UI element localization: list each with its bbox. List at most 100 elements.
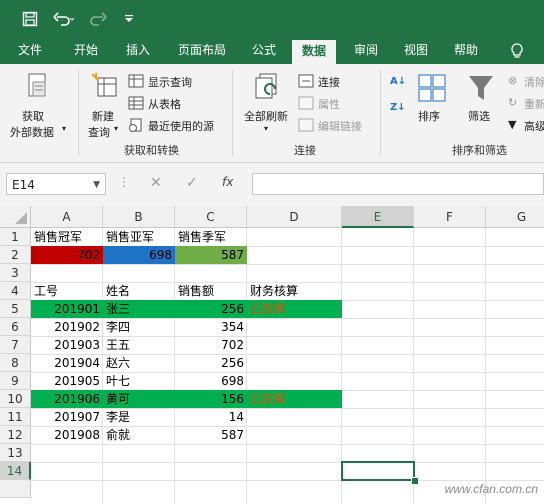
sort-button[interactable]: 排序 <box>414 68 450 140</box>
tab-help[interactable]: 帮助 <box>448 38 484 64</box>
cell-a10[interactable]: 201906 <box>31 390 103 408</box>
row-header-12[interactable]: 12 <box>0 426 31 444</box>
cell-d4[interactable]: 财务核算 <box>247 282 342 300</box>
tab-file[interactable]: 文件 <box>12 38 48 64</box>
cell-b1[interactable]: 销售亚军 <box>103 228 175 246</box>
cell-b10[interactable]: 黄可 <box>103 390 175 408</box>
cell-c6[interactable]: 354 <box>175 318 247 336</box>
connections-button[interactable]: 连接 <box>298 72 374 90</box>
cell-c10[interactable]: 156 <box>175 390 247 408</box>
show-queries-button[interactable]: 显示查询 <box>128 72 228 90</box>
edit-links-button[interactable]: 编辑链接 <box>298 116 378 134</box>
row-header-10[interactable]: 10 <box>0 390 31 408</box>
cell-c2[interactable]: 587 <box>175 246 247 264</box>
recent-sources-button[interactable]: 最近使用的源 <box>128 116 228 134</box>
cell-c7[interactable]: 702 <box>175 336 247 354</box>
cell-b11[interactable]: 李是 <box>103 408 175 426</box>
cell-a7[interactable]: 201903 <box>31 336 103 354</box>
tab-review[interactable]: 审阅 <box>348 38 384 64</box>
tab-home[interactable]: 开始 <box>68 38 104 64</box>
cell-a9[interactable]: 201905 <box>31 372 103 390</box>
row-header-8[interactable]: 8 <box>0 354 31 372</box>
enter-icon[interactable]: ✓ <box>186 175 198 191</box>
row-header-1[interactable]: 1 <box>0 228 31 246</box>
cell-c5[interactable]: 256 <box>175 300 247 318</box>
new-query-icon <box>91 73 117 97</box>
formula-input[interactable] <box>252 173 544 195</box>
tab-data[interactable]: 数据 <box>292 40 337 64</box>
customize-toolbar-icon[interactable] <box>122 8 136 30</box>
clear-icon: ⊗ <box>508 74 518 87</box>
column-header-c[interactable]: C <box>175 206 247 228</box>
selected-cell-e14[interactable] <box>341 461 415 481</box>
row-header-4[interactable]: 4 <box>0 282 31 300</box>
cancel-icon[interactable]: ✕ <box>150 175 162 191</box>
tab-view[interactable]: 视图 <box>398 38 434 64</box>
cell-b6[interactable]: 李四 <box>103 318 175 336</box>
fill-handle[interactable] <box>411 477 419 485</box>
row-header-6[interactable]: 6 <box>0 318 31 336</box>
properties-button[interactable]: 属性 <box>298 94 374 112</box>
row-header-9[interactable]: 9 <box>0 372 31 390</box>
tab-page-layout[interactable]: 页面布局 <box>172 38 232 64</box>
column-header-g[interactable]: G <box>486 206 544 228</box>
chevron-down-icon[interactable]: ▼ <box>93 174 100 196</box>
cell-a4[interactable]: 工号 <box>31 282 103 300</box>
cell-c11[interactable]: 14 <box>175 408 247 426</box>
column-header-b[interactable]: B <box>103 206 175 228</box>
row-header-13[interactable]: 13 <box>0 444 31 462</box>
cell-b2[interactable]: 698 <box>103 246 175 264</box>
save-icon[interactable] <box>18 8 42 30</box>
from-table-button[interactable]: 从表格 <box>128 94 228 112</box>
row-header-7[interactable]: 7 <box>0 336 31 354</box>
cell-c9[interactable]: 698 <box>175 372 247 390</box>
cell-c12[interactable]: 587 <box>175 426 247 444</box>
clear-button[interactable]: ⊗ 清除 <box>506 72 544 90</box>
filter-button[interactable]: 筛选 <box>462 68 502 140</box>
cell-b9[interactable]: 叶七 <box>103 372 175 390</box>
sort-za-button[interactable]: Z↓ <box>388 102 410 120</box>
reapply-button[interactable]: ↻ 重新 <box>506 94 544 112</box>
cell-a11[interactable]: 201907 <box>31 408 103 426</box>
new-query-button[interactable]: 新建 查询 ▾ <box>82 68 126 140</box>
column-header-d[interactable]: D <box>247 206 342 228</box>
cell-a5[interactable]: 201901 <box>31 300 103 318</box>
cell-b7[interactable]: 王五 <box>103 336 175 354</box>
tab-formulas[interactable]: 公式 <box>246 38 282 64</box>
refresh-icon <box>255 73 277 99</box>
refresh-all-button[interactable]: 全部刷新 ▾ <box>240 68 296 140</box>
cell-a2[interactable]: 702 <box>31 246 103 264</box>
cell-c1[interactable]: 销售季军 <box>175 228 247 246</box>
cell-a6[interactable]: 201902 <box>31 318 103 336</box>
cell-d10[interactable]: 已核算 <box>247 390 342 408</box>
cell-b5[interactable]: 张三 <box>103 300 175 318</box>
undo-icon[interactable] <box>50 8 78 30</box>
insert-function-icon[interactable]: fx <box>222 175 233 189</box>
get-external-data-button[interactable]: 获取 外部数据 ▾ <box>6 68 70 140</box>
select-all-corner[interactable] <box>0 206 31 228</box>
cell-c8[interactable]: 256 <box>175 354 247 372</box>
tab-insert[interactable]: 插入 <box>120 38 156 64</box>
cell-c4[interactable]: 销售额 <box>175 282 247 300</box>
column-header-e[interactable]: E <box>342 206 414 228</box>
row-header-15[interactable] <box>0 480 31 498</box>
row-header-3[interactable]: 3 <box>0 264 31 282</box>
advanced-button[interactable]: ▼ 高级 <box>506 116 544 134</box>
sort-az-button[interactable]: A↓ <box>388 76 410 94</box>
column-header-a[interactable]: A <box>31 206 103 228</box>
cell-a12[interactable]: 201908 <box>31 426 103 444</box>
lightbulb-icon[interactable] <box>504 38 530 64</box>
cell-b4[interactable]: 姓名 <box>103 282 175 300</box>
cell-a1[interactable]: 销售冠军 <box>31 228 103 246</box>
row-header-11[interactable]: 11 <box>0 408 31 426</box>
name-box[interactable]: E14 ▼ <box>6 173 106 195</box>
cell-b8[interactable]: 赵六 <box>103 354 175 372</box>
cell-d5[interactable]: 已核算 <box>247 300 342 318</box>
row-header-5[interactable]: 5 <box>0 300 31 318</box>
redo-icon[interactable] <box>86 8 114 30</box>
row-header-14[interactable]: 14 <box>0 462 31 480</box>
column-header-f[interactable]: F <box>414 206 486 228</box>
cell-a8[interactable]: 201904 <box>31 354 103 372</box>
row-header-2[interactable]: 2 <box>0 246 31 264</box>
cell-b12[interactable]: 俞就 <box>103 426 175 444</box>
